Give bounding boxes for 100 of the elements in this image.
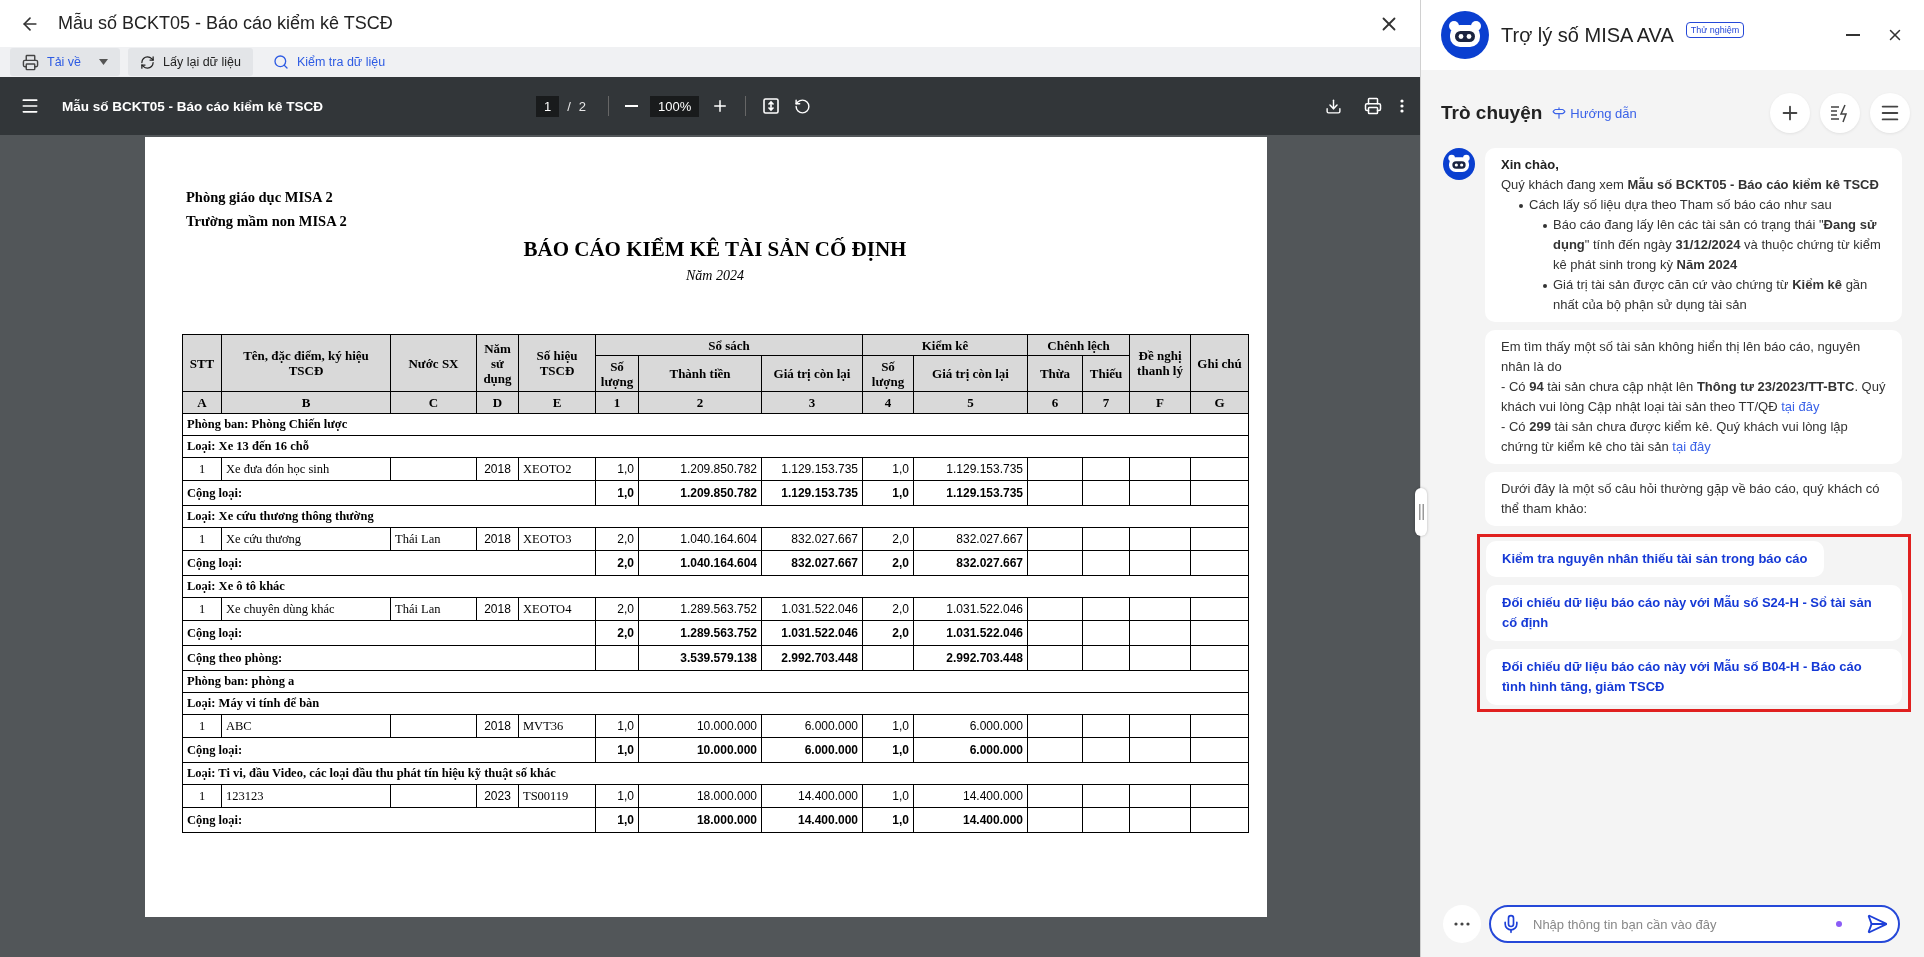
table-cell: 6.000.000: [761, 737, 863, 763]
report-title: BÁO CÁO KIỂM KÊ TÀI SẢN CỐ ĐỊNH: [522, 237, 908, 262]
zoom-field[interactable]: 100%: [650, 95, 700, 117]
table-cell: ABC: [221, 714, 391, 738]
assistant-title: Trợ lý số MISA AVA: [1501, 23, 1674, 47]
minus-icon: [625, 105, 639, 107]
table-cell: XEOTO2: [518, 457, 596, 481]
link[interactable]: tại đây: [1781, 399, 1820, 414]
table-cell: 1.031.522.046: [913, 597, 1028, 621]
table-cell: 18.000.000: [638, 807, 762, 833]
table-cell: 1.209.850.782: [638, 480, 762, 506]
signpost-icon: [1552, 106, 1567, 120]
table-cell: 1,0: [862, 737, 914, 763]
guide-link[interactable]: Hướng dẫn: [1552, 105, 1637, 121]
check-data-button[interactable]: Kiểm tra dữ liệu: [260, 48, 398, 76]
menu-button[interactable]: [1870, 93, 1910, 133]
new-chat-button[interactable]: [1770, 93, 1810, 133]
message-input[interactable]: Nhập thông tin bạn cần vào đây: [1531, 915, 1826, 933]
table-cell: 3.539.579.138: [638, 645, 762, 671]
link[interactable]: tại đây: [1672, 439, 1711, 454]
beta-badge: Thử nghiệm: [1685, 22, 1745, 38]
message-text: - Có 299 tài sản chưa được kiểm kê. Quý khách vui lòng lập chứng từ kiểm kê cho tài sản tại đây: [1501, 418, 1849, 456]
table-cell: 1: [182, 714, 222, 738]
document-title: Mẫu số BCKT05 - Báo cáo kiểm kê TSCĐ: [62, 98, 325, 114]
status-dot: [1836, 921, 1842, 927]
table-cell: 1.031.522.046: [913, 620, 1028, 646]
suggestion-button[interactable]: Đối chiếu dữ liệu báo cáo này với Mẫu số B04-H - Báo cáo tình hình tăng, giảm TSCĐ: [1486, 649, 1902, 705]
table-cell: 1,0: [862, 784, 914, 808]
table-cell: 1,0: [595, 480, 639, 506]
organization-name: Trường mầm non MISA 2: [185, 212, 348, 231]
table-cell: 10.000.000: [638, 737, 762, 763]
bullet-text: Giá trị tài sản được căn cứ vào chứng từ Kiểm kê gần nhất của bộ phận sử dụng tài sản: [1553, 276, 1869, 314]
suggestion-button[interactable]: Đối chiếu dữ liệu báo cáo này với Mẫu số S24-H - Sổ tài sản cố định: [1486, 585, 1902, 641]
robot-logo: [1443, 148, 1475, 180]
table-cell: 6.000.000: [761, 714, 863, 738]
table-cell: 1.129.153.735: [913, 457, 1028, 481]
page-field[interactable]: 1: [536, 95, 560, 117]
category-label: Loại: Xe ô tô khác: [182, 575, 1249, 598]
table-cell: 1,0: [862, 714, 914, 738]
message-text: Quý khách đang xem Mẫu số BCKT05 - Báo cáo kiểm kê TSCĐ: [1501, 176, 1880, 194]
department-label: Phòng ban: phòng a: [182, 670, 1249, 693]
table-cell: 2.992.703.448: [913, 645, 1028, 671]
table-cell: 1,0: [862, 807, 914, 833]
table-cell: 1,0: [862, 480, 914, 506]
suggestion-button[interactable]: Kiểm tra nguyên nhân thiếu tài sản trong báo cáo: [1486, 541, 1824, 577]
section-title: Trò chuyện: [1441, 102, 1543, 124]
table-cell: 1: [182, 784, 222, 808]
table-cell: 2,0: [595, 527, 639, 551]
column-header: Thừa: [1027, 355, 1083, 392]
microphone-icon: [1501, 914, 1521, 934]
send-icon: [1866, 913, 1888, 935]
table-cell: 1.209.850.782: [638, 457, 762, 481]
table-cell: 832.027.667: [761, 527, 863, 551]
drag-handle[interactable]: [1415, 488, 1427, 536]
window-title: Mẫu số BCKT05 - Báo cáo kiểm kê TSCĐ: [58, 13, 394, 34]
page-separator: /: [567, 98, 571, 114]
reload-data-button[interactable]: Lấy lại dữ liệu: [128, 48, 253, 76]
table-cell: 1.129.153.735: [913, 480, 1028, 506]
table-cell: 2018: [476, 457, 519, 481]
table-cell: 2,0: [862, 550, 914, 576]
table-cell: 1,0: [595, 457, 639, 481]
table-cell: 2.992.703.448: [761, 645, 863, 671]
table-cell: Xe chuyên dùng khác: [221, 597, 391, 621]
column-header: STT: [182, 334, 222, 392]
table-cell: 2018: [476, 714, 519, 738]
column-header: Số lượng: [595, 355, 639, 392]
table-cell: 1,0: [862, 457, 914, 481]
greeting-text: Xin chào,: [1501, 156, 1560, 174]
table-cell: 14.400.000: [761, 784, 863, 808]
column-header: Thiếu: [1082, 355, 1130, 392]
table-cell: 1.129.153.735: [761, 457, 863, 481]
total-label: Cộng loại:: [182, 480, 596, 506]
quick-actions-button[interactable]: [1820, 93, 1860, 133]
table-cell: 6.000.000: [913, 737, 1028, 763]
table-cell: TS00119: [518, 784, 596, 808]
download-button[interactable]: Tải về: [10, 48, 121, 76]
column-header: Nước SX: [390, 334, 477, 392]
more-icon: [1454, 922, 1470, 926]
table-cell: 123123: [221, 784, 391, 808]
table-cell: 14.400.000: [913, 807, 1028, 833]
caret-icon: [99, 59, 109, 65]
table-cell: 1.031.522.046: [761, 620, 863, 646]
table-cell: 2,0: [862, 620, 914, 646]
table-cell: 2,0: [595, 597, 639, 621]
message-field[interactable]: Nhập thông tin bạn cần vào đây: [1489, 905, 1900, 943]
table-cell: 2,0: [862, 597, 914, 621]
table-cell: 2,0: [595, 620, 639, 646]
message-text: Dưới đây là một số câu hỏi thường gặp về báo cáo, quý khách có thể tham khảo:: [1501, 480, 1881, 518]
column-header: Thành tiền: [638, 355, 762, 392]
search-icon: [272, 54, 289, 70]
more-button[interactable]: [1398, 97, 1406, 115]
table-cell: 2,0: [595, 550, 639, 576]
table-cell: 2018: [476, 527, 519, 551]
column-header: Tên, đặc điểm, ký hiệu TSCĐ: [221, 334, 391, 392]
print-button[interactable]: [1362, 95, 1384, 117]
column-code: B: [221, 391, 391, 414]
column-group-header: Kiểm kê: [862, 334, 1028, 356]
table-cell: 1.289.563.752: [638, 597, 762, 621]
table-cell: 1.129.153.735: [761, 480, 863, 506]
column-header: Đề nghị thanh lý: [1129, 334, 1191, 392]
